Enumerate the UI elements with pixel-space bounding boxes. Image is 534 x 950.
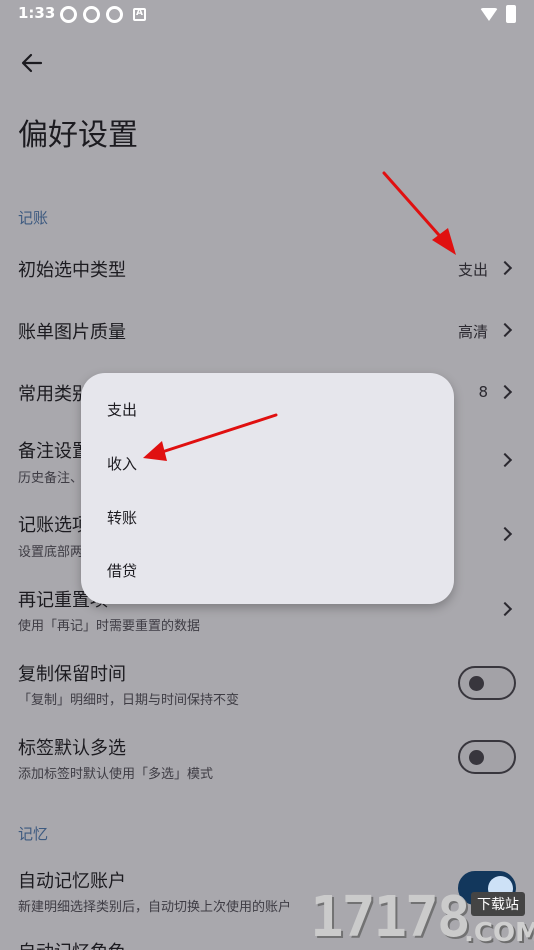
annotation-arrows (143, 171, 456, 461)
red-arrow-icon (143, 413, 278, 461)
watermark-badge: 下载站 (471, 892, 525, 916)
red-arrow-icon (382, 171, 456, 255)
watermark-logo: 17178 (310, 885, 471, 950)
watermark-suffix: .COM (464, 918, 534, 948)
